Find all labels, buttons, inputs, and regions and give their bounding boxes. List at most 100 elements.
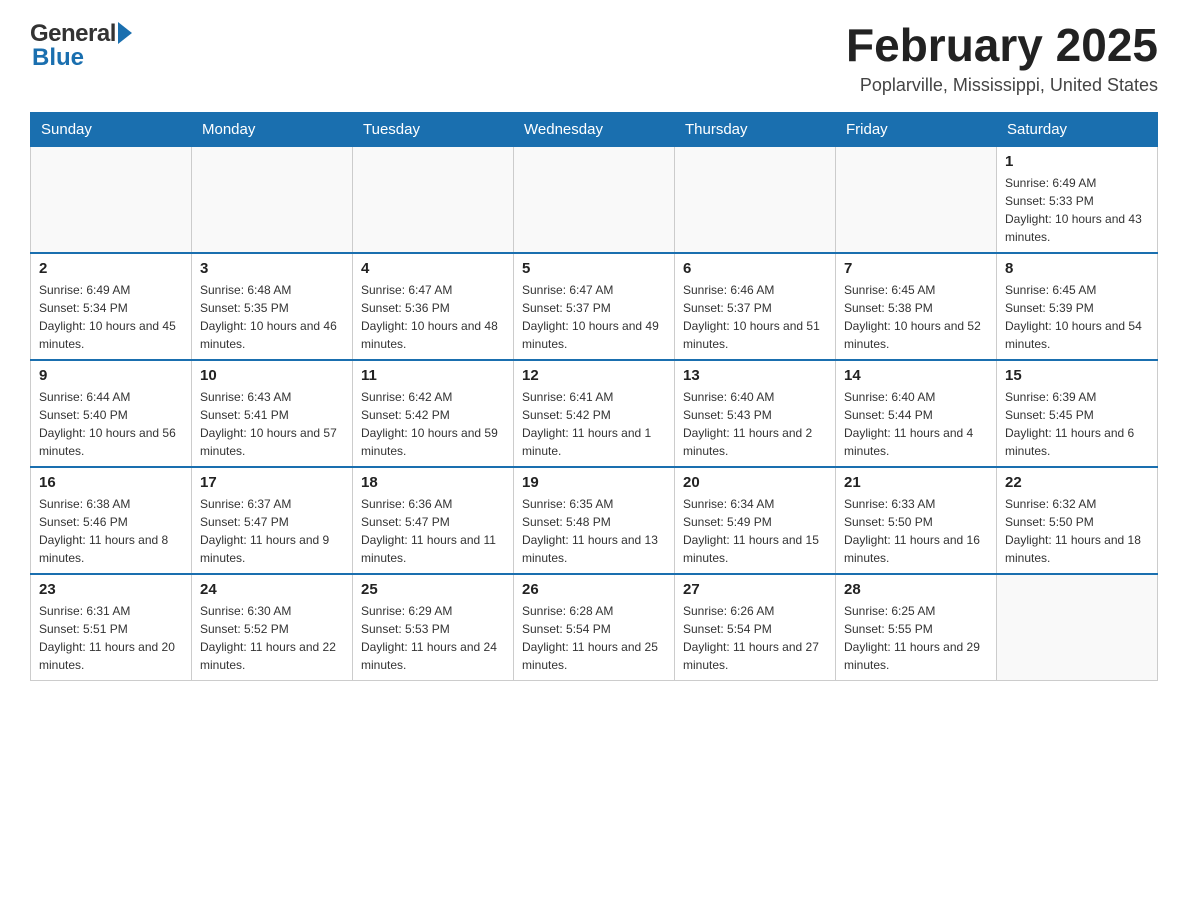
day-info: Sunrise: 6:42 AM Sunset: 5:42 PM Dayligh… — [361, 388, 505, 460]
table-row: 6 Sunrise: 6:46 AM Sunset: 5:37 PM Daylig… — [675, 253, 836, 360]
table-row: 14 Sunrise: 6:40 AM Sunset: 5:44 PM Dayli… — [836, 360, 997, 467]
table-row — [514, 146, 675, 253]
table-row: 16 Sunrise: 6:38 AM Sunset: 5:46 PM Dayli… — [31, 467, 192, 574]
day-info: Sunrise: 6:26 AM Sunset: 5:54 PM Dayligh… — [683, 602, 827, 674]
day-info: Sunrise: 6:38 AM Sunset: 5:46 PM Dayligh… — [39, 495, 183, 567]
col-thursday: Thursday — [675, 112, 836, 146]
page-header: General Blue February 2025 Poplarville, … — [30, 20, 1158, 96]
day-number: 6 — [683, 260, 827, 277]
day-number: 22 — [1005, 474, 1149, 491]
table-row: 22Sunrise: 6:32 AM Sunset: 5:50 PM Dayli… — [997, 467, 1158, 574]
day-number: 28 — [844, 581, 988, 598]
table-row: 7Sunrise: 6:45 AM Sunset: 5:38 PM Daylig… — [836, 253, 997, 360]
day-info: Sunrise: 6:40 AM Sunset: 5:44 PM Dayligh… — [844, 388, 988, 460]
day-info: Sunrise: 6:44 AM Sunset: 5:40 PM Dayligh… — [39, 388, 183, 460]
table-row: 15 Sunrise: 6:39 AM Sunset: 5:45 PM Dayli… — [997, 360, 1158, 467]
day-number: 9 — [39, 367, 183, 384]
table-row — [353, 146, 514, 253]
table-row: 5 Sunrise: 6:47 AM Sunset: 5:37 PM Daylig… — [514, 253, 675, 360]
day-number: 21 — [844, 474, 988, 491]
day-number: 10 — [200, 367, 344, 384]
table-row: 10 Sunrise: 6:43 AM Sunset: 5:41 PM Dayli… — [192, 360, 353, 467]
table-row — [192, 146, 353, 253]
day-info: Sunrise: 6:35 AM Sunset: 5:48 PM Dayligh… — [522, 495, 666, 567]
table-row — [675, 146, 836, 253]
table-row: 12 Sunrise: 6:41 AM Sunset: 5:42 PM Dayli… — [514, 360, 675, 467]
location-subtitle: Poplarville, Mississippi, United States — [846, 75, 1158, 96]
day-number: 4 — [361, 260, 505, 277]
day-number: 26 — [522, 581, 666, 598]
day-info: Sunrise: 6:46 AM Sunset: 5:37 PM Dayligh… — [683, 281, 827, 353]
table-row — [997, 574, 1158, 681]
col-sunday: Sunday — [31, 112, 192, 146]
table-row: 23 Sunrise: 6:31 AM Sunset: 5:51 PM Dayli… — [31, 574, 192, 681]
table-row: 19 Sunrise: 6:35 AM Sunset: 5:48 PM Dayli… — [514, 467, 675, 574]
day-info: Sunrise: 6:37 AM Sunset: 5:47 PM Dayligh… — [200, 495, 344, 567]
day-number: 11 — [361, 367, 505, 384]
day-info: Sunrise: 6:28 AM Sunset: 5:54 PM Dayligh… — [522, 602, 666, 674]
col-wednesday: Wednesday — [514, 112, 675, 146]
table-row: 9 Sunrise: 6:44 AM Sunset: 5:40 PM Daylig… — [31, 360, 192, 467]
day-info: Sunrise: 6:31 AM Sunset: 5:51 PM Dayligh… — [39, 602, 183, 674]
table-row: 3Sunrise: 6:48 AM Sunset: 5:35 PM Daylig… — [192, 253, 353, 360]
day-info: Sunrise: 6:45 AM Sunset: 5:38 PM Dayligh… — [844, 281, 988, 353]
day-info: Sunrise: 6:43 AM Sunset: 5:41 PM Dayligh… — [200, 388, 344, 460]
table-row: 11 Sunrise: 6:42 AM Sunset: 5:42 PM Dayli… — [353, 360, 514, 467]
calendar-header-row: Sunday Monday Tuesday Wednesday Thursday… — [31, 112, 1158, 146]
table-row: 4 Sunrise: 6:47 AM Sunset: 5:36 PM Daylig… — [353, 253, 514, 360]
table-row — [31, 146, 192, 253]
day-info: Sunrise: 6:47 AM Sunset: 5:36 PM Dayligh… — [361, 281, 505, 353]
day-info: Sunrise: 6:45 AM Sunset: 5:39 PM Dayligh… — [1005, 281, 1149, 353]
table-row: 17 Sunrise: 6:37 AM Sunset: 5:47 PM Dayli… — [192, 467, 353, 574]
day-info: Sunrise: 6:34 AM Sunset: 5:49 PM Dayligh… — [683, 495, 827, 567]
day-number: 16 — [39, 474, 183, 491]
day-number: 1 — [1005, 153, 1149, 170]
day-info: Sunrise: 6:30 AM Sunset: 5:52 PM Dayligh… — [200, 602, 344, 674]
logo-arrow-icon — [118, 22, 132, 44]
table-row: 25 Sunrise: 6:29 AM Sunset: 5:53 PM Dayli… — [353, 574, 514, 681]
day-info: Sunrise: 6:47 AM Sunset: 5:37 PM Dayligh… — [522, 281, 666, 353]
table-row — [836, 146, 997, 253]
table-row: 1 Sunrise: 6:49 AM Sunset: 5:33 PM Daylig… — [997, 146, 1158, 253]
day-info: Sunrise: 6:41 AM Sunset: 5:42 PM Dayligh… — [522, 388, 666, 460]
day-number: 2 — [39, 260, 183, 277]
day-number: 5 — [522, 260, 666, 277]
day-info: Sunrise: 6:49 AM Sunset: 5:33 PM Dayligh… — [1005, 174, 1149, 246]
calendar-table: Sunday Monday Tuesday Wednesday Thursday… — [30, 112, 1158, 681]
day-info: Sunrise: 6:36 AM Sunset: 5:47 PM Dayligh… — [361, 495, 505, 567]
day-info: Sunrise: 6:40 AM Sunset: 5:43 PM Dayligh… — [683, 388, 827, 460]
day-number: 25 — [361, 581, 505, 598]
day-number: 24 — [200, 581, 344, 598]
day-info: Sunrise: 6:49 AM Sunset: 5:34 PM Dayligh… — [39, 281, 183, 353]
day-number: 17 — [200, 474, 344, 491]
day-number: 15 — [1005, 367, 1149, 384]
day-number: 18 — [361, 474, 505, 491]
col-monday: Monday — [192, 112, 353, 146]
day-number: 12 — [522, 367, 666, 384]
table-row: 13 Sunrise: 6:40 AM Sunset: 5:43 PM Dayli… — [675, 360, 836, 467]
table-row: 26 Sunrise: 6:28 AM Sunset: 5:54 PM Dayli… — [514, 574, 675, 681]
table-row: 28Sunrise: 6:25 AM Sunset: 5:55 PM Dayli… — [836, 574, 997, 681]
day-number: 8 — [1005, 260, 1149, 277]
title-area: February 2025 Poplarville, Mississippi, … — [846, 20, 1158, 96]
col-saturday: Saturday — [997, 112, 1158, 146]
day-number: 13 — [683, 367, 827, 384]
col-friday: Friday — [836, 112, 997, 146]
month-title: February 2025 — [846, 20, 1158, 71]
day-info: Sunrise: 6:29 AM Sunset: 5:53 PM Dayligh… — [361, 602, 505, 674]
col-tuesday: Tuesday — [353, 112, 514, 146]
table-row: 18 Sunrise: 6:36 AM Sunset: 5:47 PM Dayli… — [353, 467, 514, 574]
table-row: 27 Sunrise: 6:26 AM Sunset: 5:54 PM Dayli… — [675, 574, 836, 681]
day-number: 23 — [39, 581, 183, 598]
day-info: Sunrise: 6:48 AM Sunset: 5:35 PM Dayligh… — [200, 281, 344, 353]
day-info: Sunrise: 6:39 AM Sunset: 5:45 PM Dayligh… — [1005, 388, 1149, 460]
day-info: Sunrise: 6:33 AM Sunset: 5:50 PM Dayligh… — [844, 495, 988, 567]
day-number: 14 — [844, 367, 988, 384]
day-number: 20 — [683, 474, 827, 491]
table-row: 2 Sunrise: 6:49 AM Sunset: 5:34 PM Daylig… — [31, 253, 192, 360]
logo: General Blue — [30, 20, 132, 72]
day-number: 27 — [683, 581, 827, 598]
day-number: 19 — [522, 474, 666, 491]
logo-blue-text: Blue — [32, 44, 84, 72]
table-row: 21 Sunrise: 6:33 AM Sunset: 5:50 PM Dayli… — [836, 467, 997, 574]
